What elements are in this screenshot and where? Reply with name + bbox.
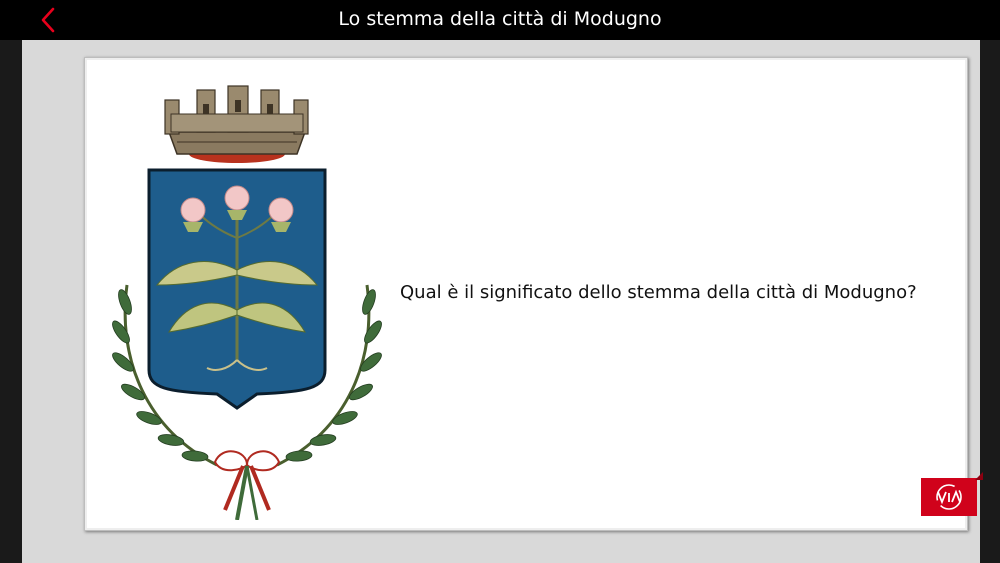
top-bar: Lo stemma della città di Modugno — [0, 0, 1000, 40]
button-corner — [975, 472, 983, 480]
ribbon-icon — [213, 450, 281, 520]
chevron-left-icon — [41, 7, 55, 33]
via-help-button[interactable] — [921, 472, 983, 516]
crown-icon — [164, 85, 309, 163]
content-area: Qual è il significato dello stemma della… — [22, 40, 983, 563]
page-title: Lo stemma della città di Modugno — [338, 8, 662, 30]
coat-of-arms-image — [112, 85, 382, 520]
via-logo-icon — [936, 484, 962, 510]
question-text: Qual è il significato dello stemma della… — [400, 282, 917, 303]
question-card: Qual è il significato dello stemma della… — [84, 57, 968, 531]
back-button[interactable] — [34, 6, 62, 34]
